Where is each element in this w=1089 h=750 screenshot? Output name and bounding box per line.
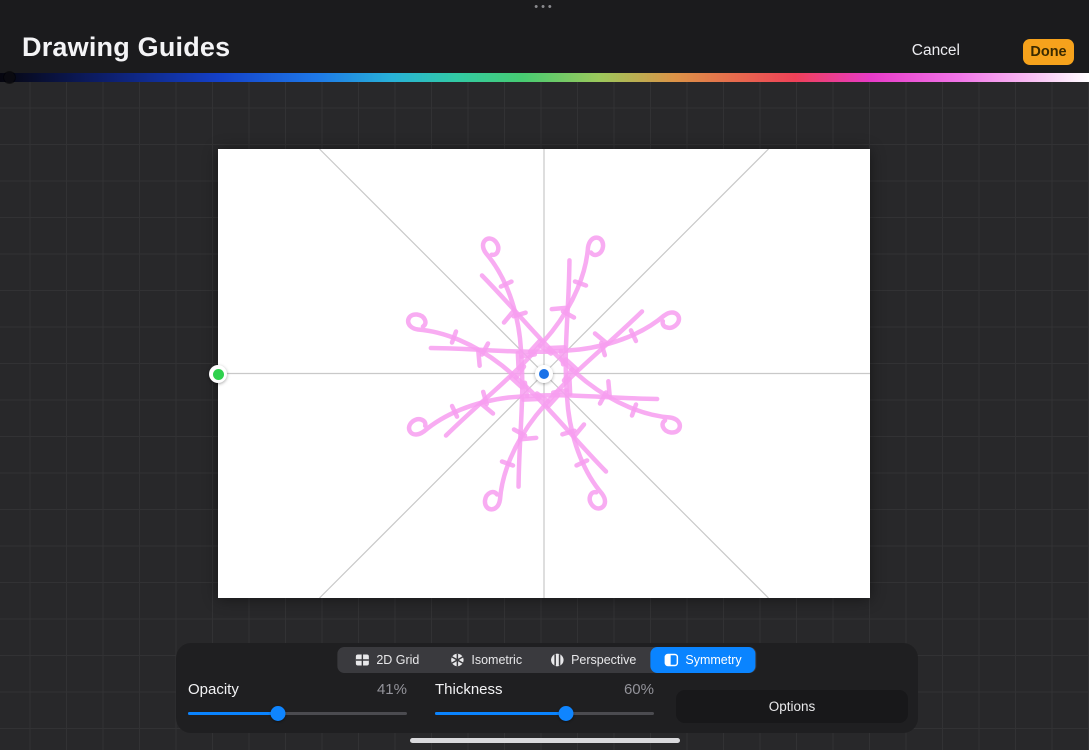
symmetry-icon bbox=[664, 653, 678, 667]
symmetry-center-handle[interactable] bbox=[535, 365, 553, 383]
page-title: Drawing Guides bbox=[22, 32, 230, 63]
thickness-label: Thickness bbox=[435, 681, 503, 698]
tab-isometric[interactable]: Isometric bbox=[436, 648, 536, 672]
drawing-guides-screen: ••• Drawing Guides Cancel Done bbox=[0, 0, 1089, 750]
tab-2d-grid[interactable]: 2D Grid bbox=[338, 648, 436, 672]
thickness-slider-group: Thickness 60% bbox=[435, 681, 654, 715]
multitask-handle-icon[interactable]: ••• bbox=[534, 1, 555, 13]
opacity-slider[interactable] bbox=[188, 712, 407, 715]
tab-symmetry[interactable]: Symmetry bbox=[650, 647, 755, 673]
isometric-icon bbox=[450, 653, 464, 667]
tab-label: 2D Grid bbox=[376, 653, 419, 667]
workspace-grid-background: 2D Grid Isometric Perspective bbox=[0, 82, 1089, 750]
thickness-value: 60% bbox=[624, 681, 654, 698]
tab-label: Symmetry bbox=[685, 653, 741, 667]
cancel-button[interactable]: Cancel bbox=[912, 42, 960, 60]
opacity-slider-group: Opacity 41% bbox=[188, 681, 407, 715]
home-indicator-bar[interactable] bbox=[410, 738, 680, 743]
symmetry-edge-handle[interactable] bbox=[209, 365, 227, 383]
opacity-label: Opacity bbox=[188, 681, 239, 698]
spectrum-knob[interactable] bbox=[4, 72, 15, 83]
color-spectrum-strip[interactable] bbox=[0, 73, 1089, 82]
drawing-guides-panel: 2D Grid Isometric Perspective bbox=[176, 643, 918, 733]
thickness-slider[interactable] bbox=[435, 712, 654, 715]
opacity-slider-fill bbox=[188, 712, 278, 715]
opacity-value: 41% bbox=[377, 681, 407, 698]
perspective-icon bbox=[550, 653, 564, 667]
tab-label: Isometric bbox=[471, 653, 522, 667]
thickness-slider-fill bbox=[435, 712, 566, 715]
done-button[interactable]: Done bbox=[1023, 39, 1074, 65]
grid-icon bbox=[355, 653, 369, 667]
opacity-slider-thumb[interactable] bbox=[270, 706, 285, 721]
tab-perspective[interactable]: Perspective bbox=[536, 648, 650, 672]
thickness-slider-thumb[interactable] bbox=[559, 706, 574, 721]
canvas-preview[interactable] bbox=[218, 149, 870, 598]
tab-label: Perspective bbox=[571, 653, 636, 667]
guide-type-segmented-control: 2D Grid Isometric Perspective bbox=[337, 647, 756, 673]
top-bar: ••• Drawing Guides Cancel Done bbox=[0, 0, 1089, 73]
options-button[interactable]: Options bbox=[676, 690, 908, 723]
